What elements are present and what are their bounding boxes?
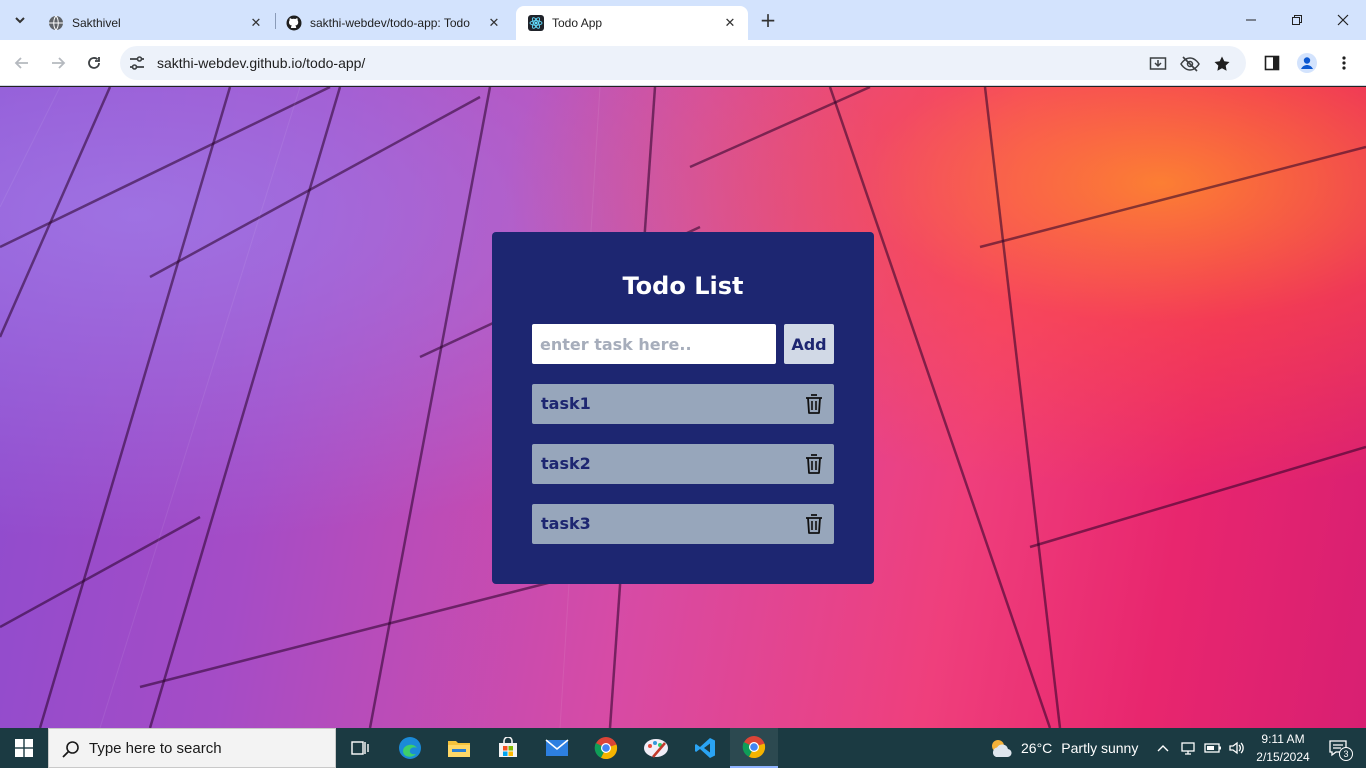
tab-todo-app[interactable]: Todo App ✕ (516, 6, 748, 40)
task-item: task1 (532, 384, 834, 424)
github-icon (286, 15, 302, 31)
tab-close-icon[interactable]: ✕ (248, 15, 264, 31)
windows-logo-icon (15, 739, 33, 757)
trash-icon[interactable] (804, 393, 824, 415)
notification-center-button[interactable]: 3 (1322, 728, 1354, 768)
task-input[interactable] (532, 324, 776, 364)
network-icon (1181, 742, 1195, 755)
task-label: task1 (541, 394, 591, 413)
trash-icon[interactable] (804, 453, 824, 475)
more-vertical-icon (1342, 56, 1346, 70)
taskbar-search-box[interactable]: Type here to search (48, 728, 336, 768)
close-window-button[interactable] (1320, 0, 1366, 40)
folder-icon (448, 741, 470, 757)
side-panel-icon (1264, 55, 1280, 71)
close-icon (1337, 14, 1349, 26)
add-button[interactable]: Add (784, 324, 834, 364)
windows-taskbar: Type here to search 26°C Partly sunny 9:… (0, 728, 1366, 768)
arrow-right-icon (52, 57, 66, 69)
taskbar-store[interactable] (484, 728, 532, 768)
partly-sunny-icon (992, 740, 1012, 758)
reload-button[interactable] (80, 49, 108, 77)
network-status[interactable] (1180, 728, 1196, 768)
react-icon (528, 15, 544, 31)
edge-icon (399, 737, 421, 759)
taskbar-chrome[interactable] (582, 728, 630, 768)
side-panel-button[interactable] (1258, 49, 1286, 77)
back-button[interactable] (8, 49, 36, 77)
eye-slash-icon[interactable] (1180, 54, 1200, 74)
taskbar-edge[interactable] (386, 728, 434, 768)
browser-toolbar: sakthi-webdev.github.io/todo-app/ (0, 40, 1366, 86)
weather-text: Partly sunny (1061, 740, 1139, 756)
task-label: task2 (541, 454, 591, 473)
clock[interactable]: 9:11 AM 2/15/2024 (1248, 730, 1318, 766)
profile-button[interactable] (1293, 49, 1321, 77)
todo-card: Todo List Add task1 task2 task3 (492, 232, 874, 584)
chevron-down-icon (15, 17, 25, 24)
task-item: task3 (532, 504, 834, 544)
tab-github[interactable]: sakthi-webdev/todo-app: Todo ✕ (274, 6, 512, 40)
tab-strip: Sakthivel ✕ sakthi-webdev/todo-app: Todo… (0, 0, 1366, 40)
plus-icon: + (759, 8, 777, 32)
start-button[interactable] (0, 728, 48, 768)
chevron-up-icon (1157, 745, 1169, 752)
page-title: Todo List (622, 272, 744, 300)
reload-icon (88, 57, 100, 69)
url-text: sakthi-webdev.github.io/todo-app/ (157, 55, 366, 71)
install-app-icon[interactable] (1148, 54, 1168, 74)
bookmark-star-icon[interactable] (1212, 54, 1232, 74)
restore-button[interactable] (1274, 0, 1320, 40)
tab-title: sakthi-webdev/todo-app: Todo (310, 16, 470, 30)
task-view-icon (351, 741, 369, 755)
taskbar-mail[interactable] (533, 728, 581, 768)
arrow-left-icon (14, 57, 28, 69)
taskbar-paint-app[interactable] (632, 728, 680, 768)
address-bar[interactable]: sakthi-webdev.github.io/todo-app/ (120, 46, 1246, 80)
minimize-icon (1246, 19, 1256, 21)
menu-button[interactable] (1330, 49, 1358, 77)
weather-temp: 26°C (1021, 740, 1053, 756)
trash-icon[interactable] (804, 513, 824, 535)
chrome-icon (594, 737, 618, 760)
notification-badge: 3 (1339, 747, 1353, 761)
tab-title: Todo App (552, 16, 603, 30)
task-label: task3 (541, 514, 591, 533)
store-icon (499, 737, 517, 757)
volume-control[interactable] (1228, 728, 1246, 768)
mail-icon (545, 739, 569, 756)
page-viewport: Todo List Add task1 task2 task3 (0, 87, 1366, 728)
site-settings-icon[interactable] (128, 54, 146, 72)
speaker-icon (1229, 741, 1244, 755)
clock-time: 9:11 AM (1261, 732, 1305, 746)
restore-icon (1292, 15, 1302, 25)
new-tab-button[interactable]: + (756, 8, 780, 32)
tab-title: Sakthivel (72, 16, 121, 30)
weather-widget[interactable]: 26°C Partly sunny (988, 728, 1148, 768)
search-icon (62, 741, 79, 758)
tab-close-icon[interactable]: ✕ (486, 15, 502, 31)
palette-icon (644, 739, 668, 758)
battery-status[interactable] (1204, 728, 1222, 768)
battery-icon (1204, 743, 1221, 753)
show-hidden-icons-button[interactable] (1156, 728, 1170, 768)
taskbar-chrome-active[interactable] (730, 728, 778, 768)
minimize-button[interactable] (1228, 0, 1274, 40)
task-item: task2 (532, 444, 834, 484)
vscode-icon (695, 738, 715, 758)
forward-button[interactable] (44, 49, 72, 77)
taskbar-vscode[interactable] (681, 728, 729, 768)
chrome-icon (742, 736, 766, 759)
avatar-icon (1297, 53, 1317, 73)
clock-date: 2/15/2024 (1256, 750, 1310, 764)
tab-search-button[interactable] (6, 6, 34, 34)
search-placeholder: Type here to search (89, 740, 222, 757)
tab-close-icon[interactable]: ✕ (722, 15, 738, 31)
taskbar-file-explorer[interactable] (435, 728, 483, 768)
globe-icon (48, 15, 64, 31)
task-view-button[interactable] (336, 728, 384, 768)
tab-sakthivel[interactable]: Sakthivel ✕ (36, 6, 274, 40)
